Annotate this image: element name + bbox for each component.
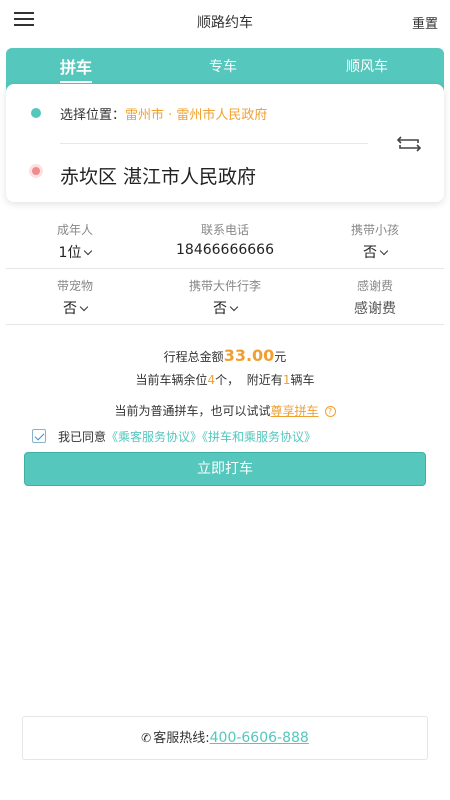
children-select[interactable]: 否 bbox=[363, 242, 389, 262]
option-label: 携带小孩 bbox=[350, 223, 399, 237]
option-label: 感谢费 bbox=[356, 279, 393, 293]
upgrade-hint: 当前为普通拼车，也可以试试尊享拼车? bbox=[0, 402, 450, 419]
phone-icon: ✆ bbox=[141, 731, 152, 745]
hotline-number-link[interactable]: 400-6606-888 bbox=[210, 730, 309, 746]
options-row: 成年人 1位 联系电话 18466666666 携带小孩 否 bbox=[0, 218, 450, 270]
tip-field[interactable]: 感谢费 bbox=[354, 298, 396, 318]
chevron-down-icon bbox=[379, 246, 389, 256]
chevron-down-icon bbox=[84, 246, 93, 256]
customer-hotline: ✆ 客服热线:400-6606-888 bbox=[22, 716, 428, 760]
header: 顺路约车 重置 bbox=[0, 0, 450, 44]
tab-ride-share[interactable]: 顺风车 bbox=[346, 56, 388, 76]
total-amount-line: 行程总金额33.00元 bbox=[163, 346, 287, 365]
agreement-checkbox[interactable] bbox=[32, 429, 46, 443]
phone-option[interactable]: 联系电话 18466666666 bbox=[150, 221, 300, 258]
help-icon[interactable]: ? bbox=[324, 406, 336, 417]
divider bbox=[6, 268, 444, 269]
luggage-select[interactable]: 否 bbox=[213, 298, 239, 318]
option-label: 带宠物 bbox=[56, 279, 93, 293]
start-location[interactable]: 选择位置：雷州市 · 雷州市人民政府 bbox=[60, 104, 267, 123]
page-title: 顺路约车 bbox=[197, 15, 253, 31]
trip-summary: 行程总金额33.00元 当前车辆余位4个， 附近有1辆车 当前为普通拼车，也可以… bbox=[0, 346, 450, 419]
chevron-down-icon bbox=[79, 302, 89, 312]
location-card: 选择位置：雷州市 · 雷州市人民政府 赤坎区 湛江市人民政府 bbox=[6, 84, 444, 202]
adults-select[interactable]: 1位 bbox=[59, 242, 93, 262]
call-car-button[interactable]: 立即打车 bbox=[24, 452, 426, 486]
passenger-protocol-link[interactable]: 《乘客服务协议》 bbox=[106, 430, 202, 444]
option-label: 联系电话 bbox=[200, 223, 249, 237]
seats-line: 当前车辆余位4个， 附近有1辆车 bbox=[135, 373, 315, 387]
start-dot-icon bbox=[31, 108, 41, 118]
pets-option[interactable]: 带宠物 否 bbox=[0, 277, 150, 318]
children-option[interactable]: 携带小孩 否 bbox=[300, 221, 450, 262]
tip-option[interactable]: 感谢费 感谢费 bbox=[300, 277, 450, 318]
tab-private-car[interactable]: 专车 bbox=[209, 56, 237, 76]
chevron-down-icon bbox=[229, 302, 239, 312]
premium-carpool-link[interactable]: 尊享拼车 bbox=[271, 404, 319, 418]
luggage-option[interactable]: 携带大件行李 否 bbox=[150, 277, 300, 318]
option-label: 成年人 bbox=[56, 223, 93, 237]
divider bbox=[6, 324, 444, 325]
tab-carpool[interactable]: 拼车 bbox=[60, 54, 93, 83]
carpool-protocol-link[interactable]: 《拼车和乘服务协议》 bbox=[202, 430, 316, 444]
agreement-text: 我已同意《乘客服务协议》《拼车和乘服务协议》 bbox=[58, 430, 317, 444]
end-dot-icon bbox=[32, 167, 40, 175]
phone-field[interactable]: 18466666666 bbox=[176, 242, 274, 258]
swap-icon[interactable] bbox=[396, 134, 422, 154]
adults-option[interactable]: 成年人 1位 bbox=[0, 221, 150, 262]
options-row: 带宠物 否 携带大件行李 否 感谢费 感谢费 bbox=[0, 274, 450, 326]
reset-button[interactable]: 重置 bbox=[412, 13, 438, 32]
end-location[interactable]: 赤坎区 湛江市人民政府 bbox=[60, 162, 256, 189]
location-divider bbox=[60, 143, 368, 144]
total-amount: 33.00 bbox=[223, 346, 275, 365]
start-prefix: 选择位置： bbox=[60, 108, 126, 123]
start-value: 雷州市 · 雷州市人民政府 bbox=[125, 108, 268, 123]
option-label: 携带大件行李 bbox=[188, 279, 261, 293]
pets-select[interactable]: 否 bbox=[63, 298, 89, 318]
